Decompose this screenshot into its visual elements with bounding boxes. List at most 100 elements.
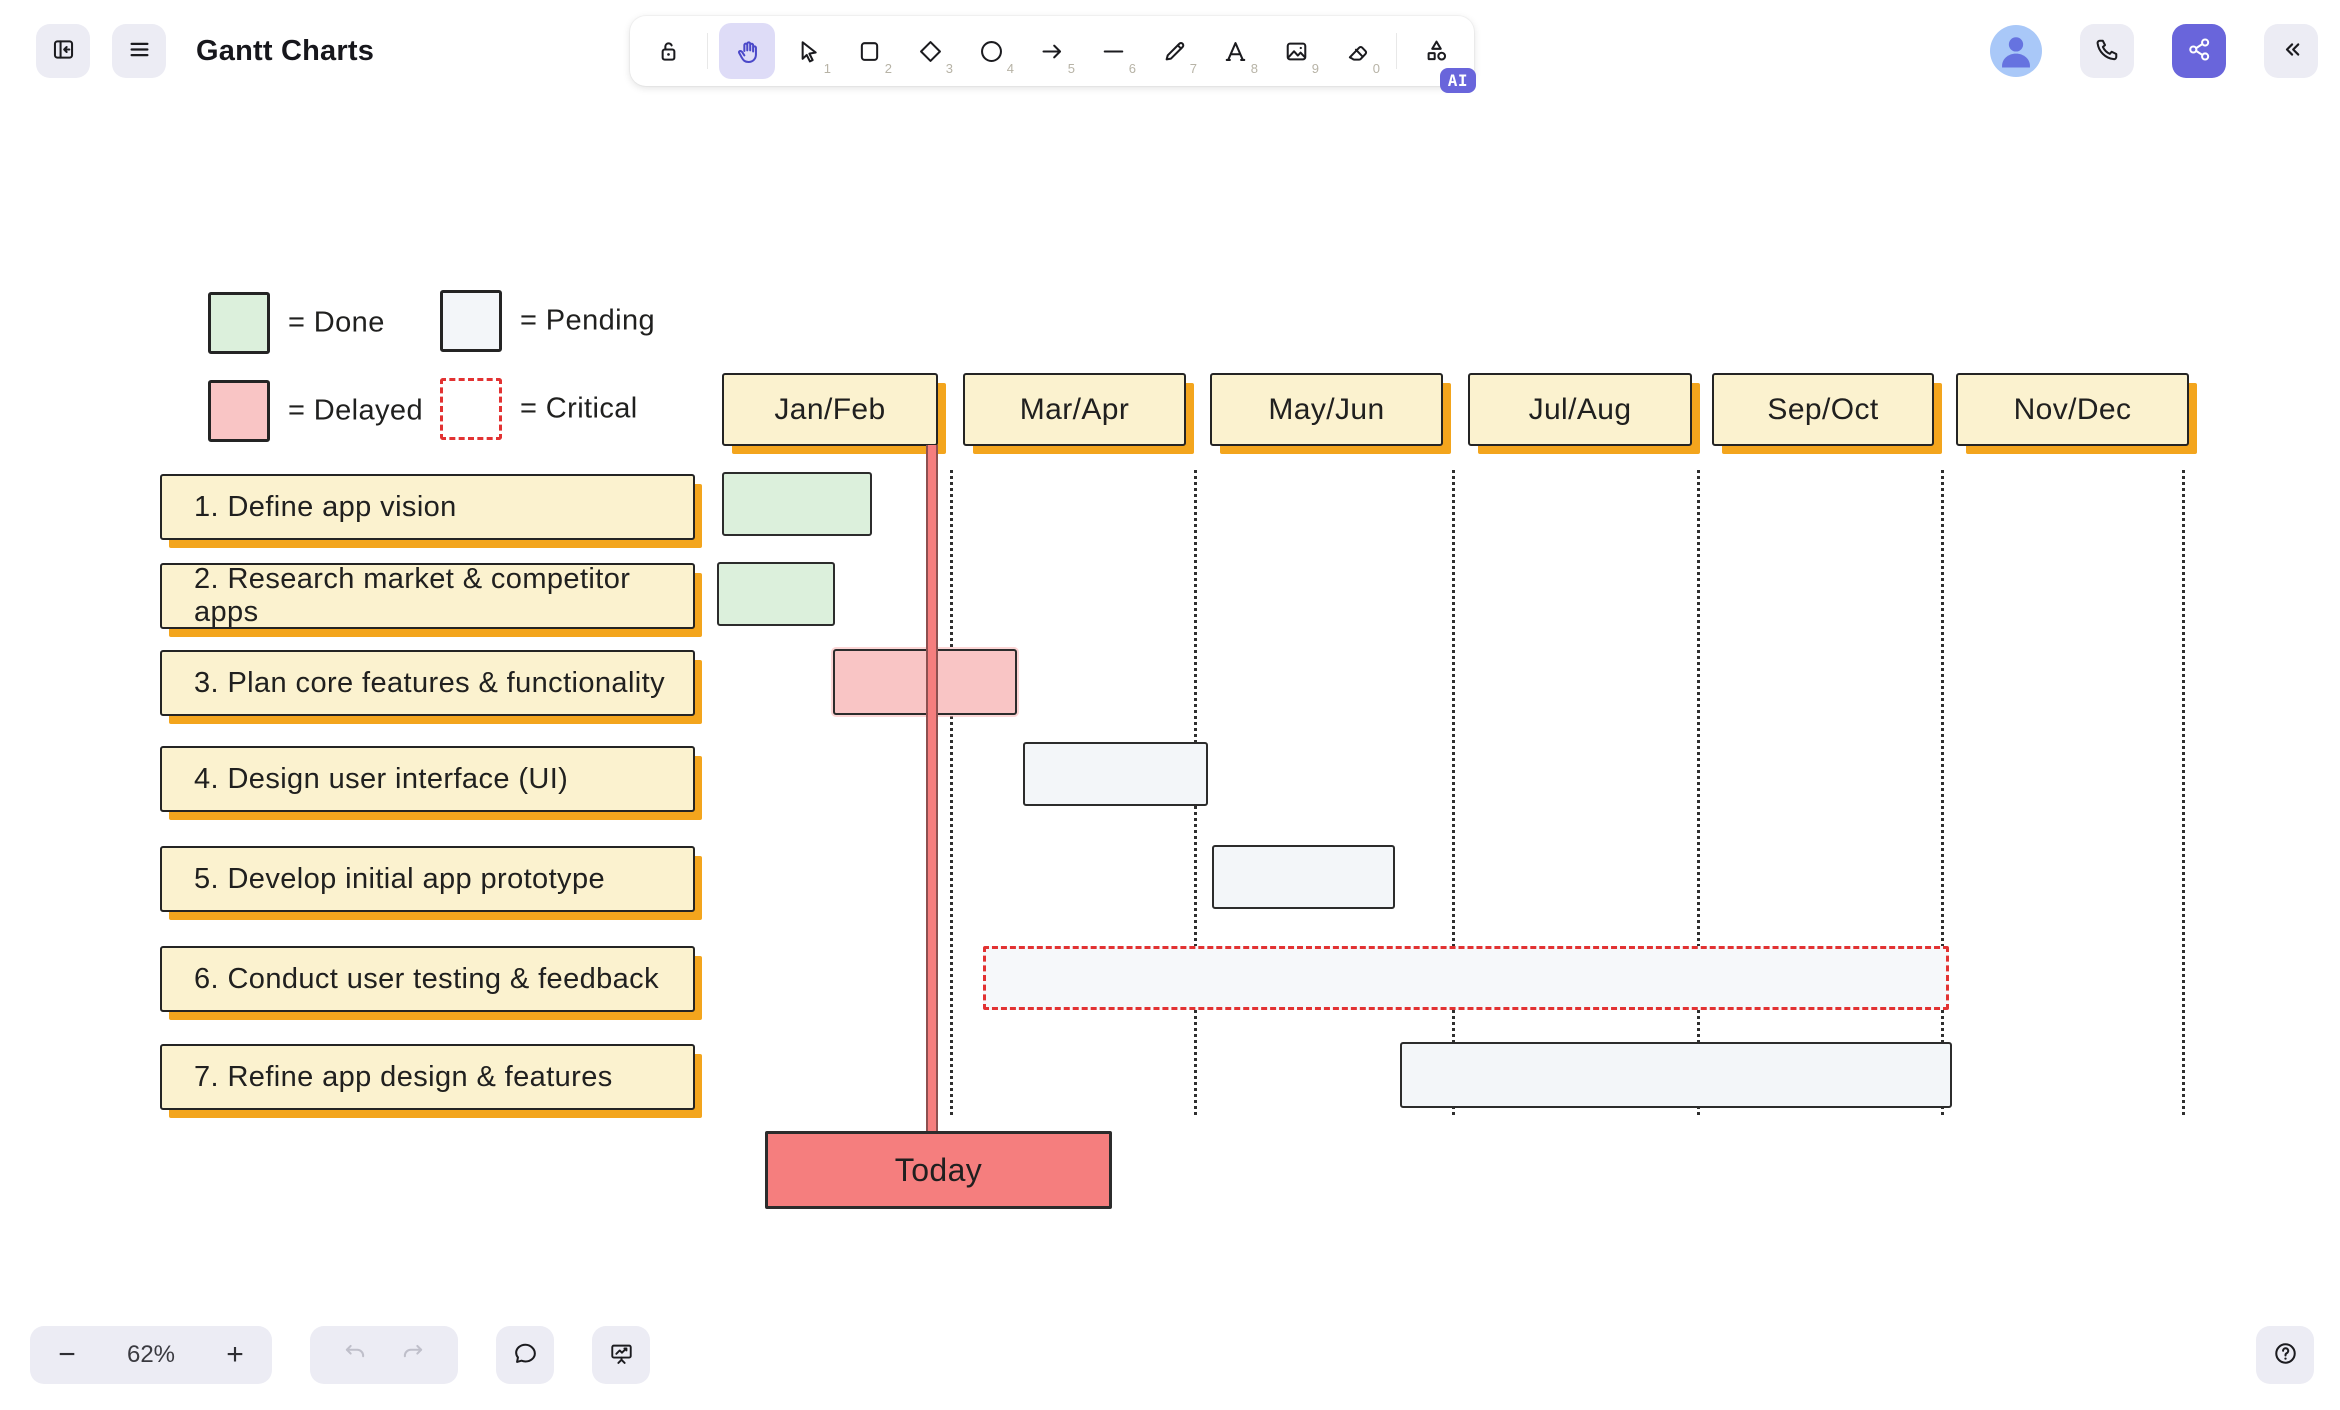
tool-shortcut: 0 xyxy=(1373,61,1380,76)
presentation-button[interactable] xyxy=(592,1326,650,1384)
page-title: Gantt Charts xyxy=(196,35,374,68)
task-label[interactable]: 7. Refine app design & features xyxy=(160,1044,695,1110)
tool-eraser[interactable]: 0 xyxy=(1329,23,1385,79)
tool-hand[interactable] xyxy=(719,23,775,79)
ai-badge: AI xyxy=(1440,68,1476,93)
tool-shortcut: 1 xyxy=(824,61,831,76)
tool-ellipse[interactable]: 4 xyxy=(963,23,1019,79)
share-button[interactable] xyxy=(2172,24,2226,78)
today-line[interactable] xyxy=(926,445,938,1133)
tool-shortcut: 6 xyxy=(1129,61,1136,76)
month-header[interactable]: Jan/Feb xyxy=(722,373,938,446)
bottom-left-bar: − 62% + xyxy=(30,1326,650,1384)
arrow-icon xyxy=(1039,38,1066,65)
sidebar-toggle-button[interactable] xyxy=(36,24,90,78)
task-label[interactable]: 4. Design user interface (UI) xyxy=(160,746,695,812)
legend-swatch-delayed[interactable] xyxy=(208,380,270,442)
task-label-text: 2. Research market & competitor apps xyxy=(194,563,693,629)
task-label[interactable]: 3. Plan core features & functionality xyxy=(160,650,695,716)
text-icon xyxy=(1222,38,1249,65)
tool-rectangle[interactable]: 2 xyxy=(841,23,897,79)
comments-button[interactable] xyxy=(496,1326,554,1384)
month-label: Jul/Aug xyxy=(1529,393,1632,427)
zoom-out-button[interactable]: − xyxy=(50,1340,84,1370)
eraser-icon xyxy=(1344,38,1371,65)
tool-selection[interactable]: 1 xyxy=(780,23,836,79)
month-header[interactable]: May/Jun xyxy=(1210,373,1443,446)
rectangle-icon xyxy=(856,38,883,65)
legend-swatch-critical[interactable] xyxy=(440,378,502,440)
whiteboard-app: Jan/Feb Mar/Apr May/Jun Jul/Aug Sep/Oct Nov/D… xyxy=(0,0,2340,1410)
legend-swatch-pending[interactable] xyxy=(440,290,502,352)
image-icon xyxy=(1283,38,1310,65)
tool-arrow[interactable]: 5 xyxy=(1024,23,1080,79)
task-bar-done[interactable] xyxy=(717,562,835,626)
top-right-bar xyxy=(1990,24,2318,78)
task-bar-pending[interactable] xyxy=(1400,1042,1952,1108)
today-label: Today xyxy=(895,1152,982,1189)
month-gridline xyxy=(950,470,953,1115)
history-control xyxy=(310,1326,458,1384)
month-gridline xyxy=(1697,470,1700,1115)
redo-icon[interactable] xyxy=(400,1340,426,1371)
zoom-control: − 62% + xyxy=(30,1326,272,1384)
task-label-text: 7. Refine app design & features xyxy=(194,1061,613,1094)
legend-label: = Critical xyxy=(520,393,638,426)
tool-line[interactable]: 6 xyxy=(1085,23,1141,79)
task-bar-delayed[interactable] xyxy=(833,649,1017,715)
presentation-board-icon xyxy=(608,1340,635,1370)
tool-text[interactable]: 8 xyxy=(1207,23,1263,79)
month-header[interactable]: Mar/Apr xyxy=(963,373,1186,446)
chat-bubble-icon xyxy=(512,1340,539,1370)
sidebar-panel-icon xyxy=(50,36,77,66)
month-header[interactable]: Jul/Aug xyxy=(1468,373,1692,446)
call-button[interactable] xyxy=(2080,24,2134,78)
tool-shortcut: 9 xyxy=(1312,61,1319,76)
tool-diamond[interactable]: 3 xyxy=(902,23,958,79)
task-bar-critical[interactable] xyxy=(983,946,1949,1010)
task-bar-pending[interactable] xyxy=(1023,742,1208,806)
task-label[interactable]: 1. Define app vision xyxy=(160,474,695,540)
main-menu-button[interactable] xyxy=(112,24,166,78)
avatar[interactable] xyxy=(1990,25,2042,77)
tool-shortcut: 4 xyxy=(1007,61,1014,76)
canvas[interactable]: Jan/Feb Mar/Apr May/Jun Jul/Aug Sep/Oct Nov/D… xyxy=(0,0,2340,1410)
tool-shortcut: 5 xyxy=(1068,61,1075,76)
task-bar-done[interactable] xyxy=(722,472,872,536)
task-label[interactable]: 6. Conduct user testing & feedback xyxy=(160,946,695,1012)
tool-draw[interactable]: 7 xyxy=(1146,23,1202,79)
phone-icon xyxy=(2094,36,2121,66)
zoom-in-button[interactable]: + xyxy=(218,1340,252,1370)
undo-icon[interactable] xyxy=(342,1340,368,1371)
tool-shortcut: 2 xyxy=(885,61,892,76)
help-button[interactable] xyxy=(2256,1326,2314,1384)
month-label: Jan/Feb xyxy=(774,393,885,427)
month-gridline xyxy=(1452,470,1455,1115)
today-marker[interactable]: Today xyxy=(765,1131,1112,1209)
legend-label: = Delayed xyxy=(288,395,423,428)
month-header[interactable]: Sep/Oct xyxy=(1712,373,1934,446)
task-label[interactable]: 2. Research market & competitor apps xyxy=(160,563,695,629)
task-label[interactable]: 5. Develop initial app prototype xyxy=(160,846,695,912)
tool-image[interactable]: 9 xyxy=(1268,23,1324,79)
month-label: Nov/Dec xyxy=(2014,393,2132,427)
month-header[interactable]: Nov/Dec xyxy=(1956,373,2189,446)
double-chevron-left-icon xyxy=(2278,36,2305,66)
line-icon xyxy=(1100,38,1127,65)
selection-icon xyxy=(795,38,822,65)
collapse-panel-button[interactable] xyxy=(2264,24,2318,78)
diamond-icon xyxy=(917,38,944,65)
zoom-level[interactable]: 62% xyxy=(127,1341,175,1369)
lock-icon xyxy=(655,38,682,65)
tool-lock[interactable] xyxy=(640,23,696,79)
tool-shortcut: 7 xyxy=(1190,61,1197,76)
tool-shortcut: 3 xyxy=(946,61,953,76)
tool-shapes[interactable]: AI xyxy=(1408,23,1464,79)
task-bar-pending[interactable] xyxy=(1212,845,1395,909)
month-label: May/Jun xyxy=(1268,393,1384,427)
draw-icon xyxy=(1161,38,1188,65)
month-gridline xyxy=(2182,470,2185,1115)
legend-swatch-done[interactable] xyxy=(208,292,270,354)
person-icon xyxy=(1994,29,2038,73)
task-label-text: 5. Develop initial app prototype xyxy=(194,863,605,896)
